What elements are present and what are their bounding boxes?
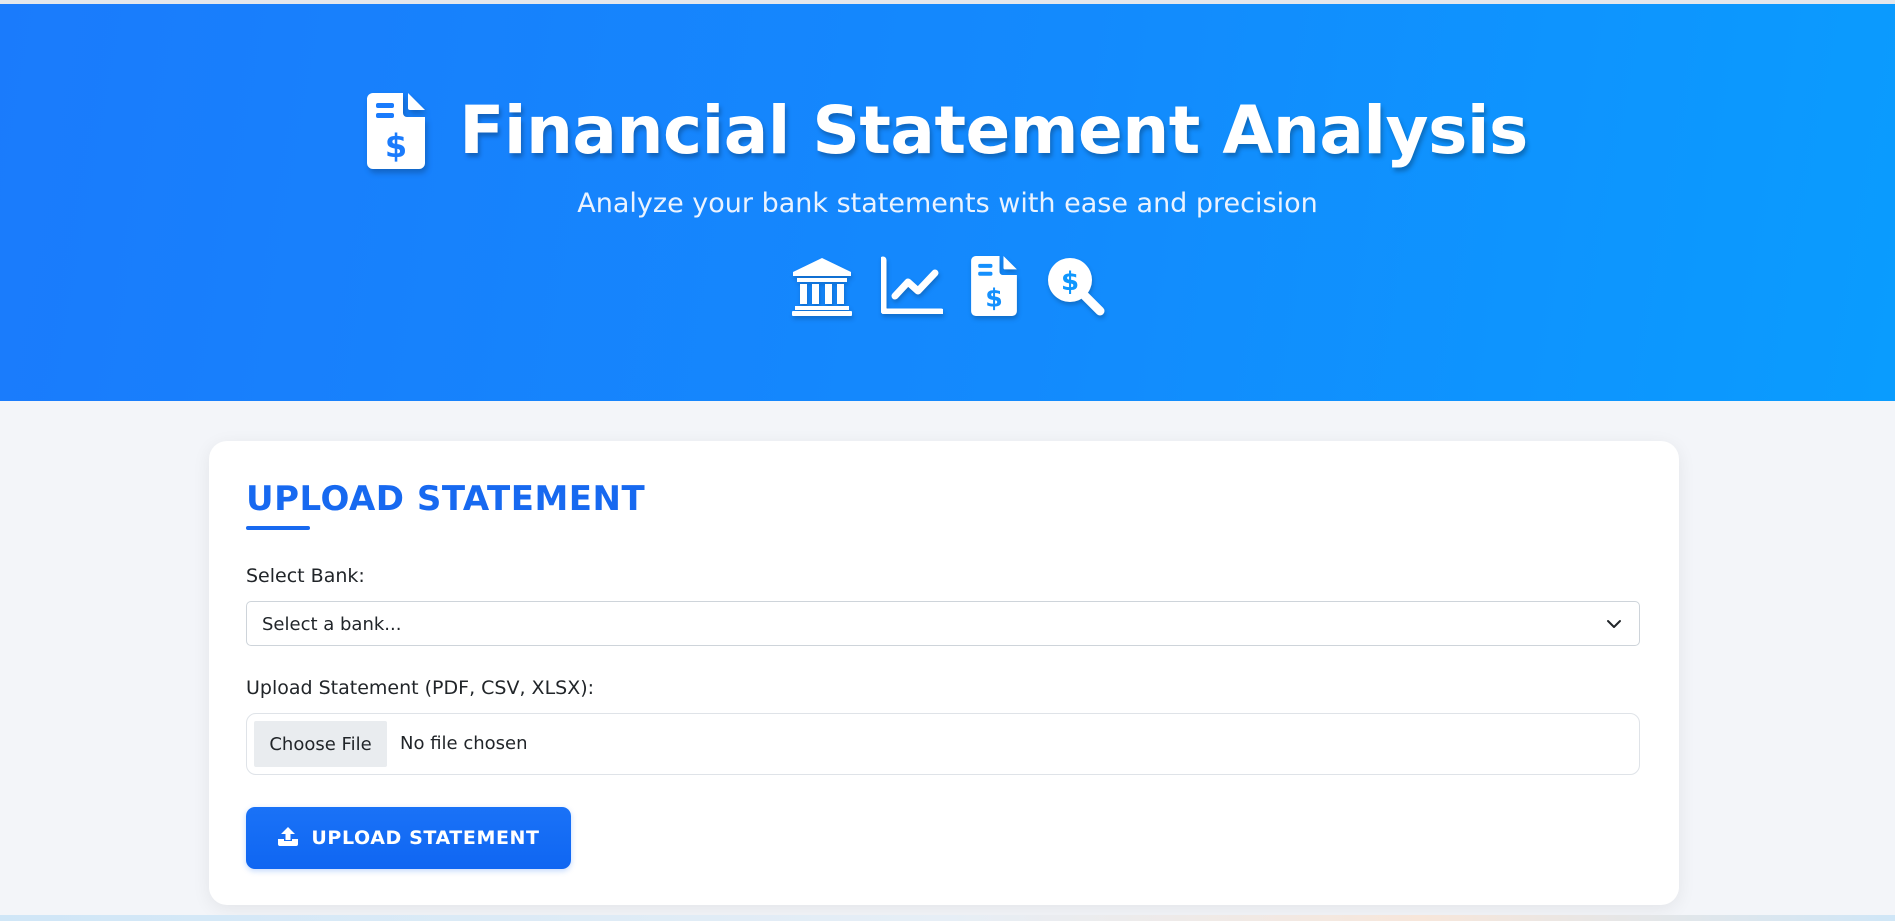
file-invoice-dollar-icon: $: [367, 93, 426, 169]
svg-text:$: $: [1060, 267, 1078, 297]
file-status-text: No file chosen: [400, 733, 528, 754]
upload-icon: [277, 825, 299, 852]
svg-text:$: $: [385, 127, 407, 165]
choose-file-button[interactable]: Choose File: [254, 721, 387, 767]
bottom-strip: [0, 915, 1895, 921]
heading-underline: [246, 526, 310, 530]
chevron-down-icon: [1606, 617, 1622, 636]
page: $ Financial Statement Analysis Analyze y…: [0, 0, 1895, 921]
svg-text:$: $: [985, 284, 1003, 313]
hero-banner: $ Financial Statement Analysis Analyze y…: [0, 4, 1895, 401]
hero-icon-row: $ $: [0, 256, 1895, 321]
bank-select-label: Select Bank:: [246, 565, 365, 587]
upload-statement-button[interactable]: UPLOAD STATEMENT: [246, 807, 571, 869]
upload-card-heading: UPLOAD STATEMENT: [246, 479, 646, 519]
page-title: Financial Statement Analysis: [459, 92, 1528, 169]
hero-title-row: $ Financial Statement Analysis: [0, 86, 1895, 176]
search-dollar-icon: $: [1045, 256, 1105, 321]
chart-line-icon: [879, 256, 944, 319]
hero-subtitle: Analyze your bank statements with ease a…: [577, 188, 1318, 219]
file-invoice-dollar-icon: $: [970, 256, 1017, 321]
bank-select-value: Select a bank...: [262, 614, 402, 635]
upload-statement-button-label: UPLOAD STATEMENT: [311, 827, 540, 849]
file-upload-label: Upload Statement (PDF, CSV, XLSX):: [246, 677, 595, 699]
bank-icon: [791, 256, 853, 321]
bank-select[interactable]: Select a bank...: [246, 601, 1640, 646]
upload-card: UPLOAD STATEMENT Select Bank: Select a b…: [209, 441, 1679, 905]
file-input[interactable]: Choose File No file chosen: [246, 713, 1640, 775]
